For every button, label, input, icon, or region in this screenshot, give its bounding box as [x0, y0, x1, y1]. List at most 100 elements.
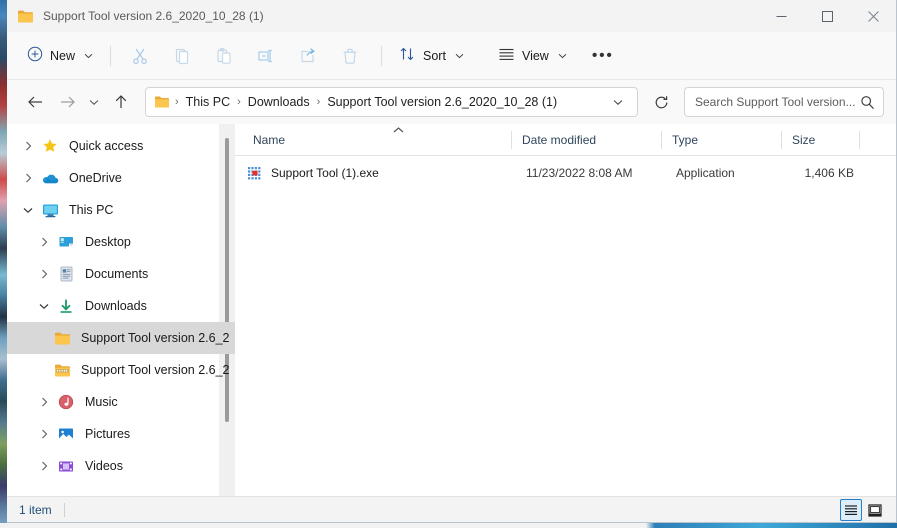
file-list-pane: Name Date modified Type Size Support Too… — [235, 124, 896, 496]
delete-icon[interactable] — [330, 40, 370, 72]
chevron-right-icon[interactable] — [33, 429, 55, 439]
desktop-background-left — [0, 0, 7, 528]
large-icons-view-toggle[interactable] — [864, 499, 886, 521]
address-bar-row: › This PC › Downloads › Support Tool ver… — [7, 80, 896, 124]
chevron-right-icon[interactable] — [33, 397, 55, 407]
sidebar-item-documents[interactable]: Documents — [7, 258, 235, 290]
chevron-down-icon — [455, 53, 464, 59]
sidebar-item-pictures[interactable]: Pictures — [7, 418, 235, 450]
close-button[interactable] — [850, 0, 896, 32]
search-input[interactable] — [695, 95, 860, 109]
sidebar-item-label: Desktop — [85, 235, 131, 249]
paste-icon[interactable] — [204, 40, 244, 72]
sidebar-item-videos[interactable]: Videos — [7, 450, 235, 482]
forward-button[interactable] — [51, 86, 83, 118]
sidebar-item-label: Quick access — [69, 139, 144, 153]
chevron-down-icon — [558, 53, 567, 59]
chevron-right-icon[interactable] — [33, 269, 55, 279]
search-icon[interactable] — [860, 95, 875, 110]
minimize-button[interactable] — [758, 0, 804, 32]
column-header-size[interactable]: Size — [782, 124, 860, 156]
file-name-cell: Support Tool (1).exe — [247, 165, 516, 181]
title-bar: Support Tool version 2.6_2020_10_28 (1) — [7, 0, 896, 32]
chevron-down-icon[interactable] — [17, 207, 39, 214]
sidebar-item-support-tool-zip[interactable]: Support Tool version 2.6_202 — [7, 354, 235, 386]
share-icon[interactable] — [288, 40, 328, 72]
status-bar: 1 item — [7, 496, 896, 522]
sidebar-item-label: Support Tool version 2.6_202 — [81, 363, 229, 377]
file-list[interactable]: Support Tool (1).exe 11/23/2022 8:08 AM … — [235, 156, 896, 496]
column-header-date-modified[interactable]: Date modified — [512, 124, 662, 156]
column-header-size-label: Size — [792, 132, 816, 147]
window-title: Support Tool version 2.6_2020_10_28 (1) — [43, 9, 264, 23]
pictures-icon — [55, 427, 77, 442]
more-options-button[interactable]: ••• — [583, 40, 623, 72]
sort-button-label: Sort — [423, 48, 446, 63]
rename-icon[interactable] — [246, 40, 286, 72]
sidebar-item-support-tool-folder[interactable]: Support Tool version 2.6_202 — [7, 322, 235, 354]
chevron-right-icon[interactable] — [17, 173, 39, 183]
sidebar-item-label: Support Tool version 2.6_202 — [81, 331, 229, 345]
details-view-toggle[interactable] — [840, 499, 862, 521]
status-divider — [63, 502, 65, 517]
file-type-cell: Application — [676, 166, 735, 180]
breadcrumb-item-downloads[interactable]: Downloads — [244, 93, 314, 111]
sidebar-item-label: OneDrive — [69, 171, 122, 185]
exe-application-icon — [247, 165, 263, 181]
new-button[interactable]: New — [19, 40, 101, 72]
zipped-folder-icon — [51, 363, 73, 378]
sidebar-item-onedrive[interactable]: OneDrive — [7, 162, 235, 194]
view-button[interactable]: View — [490, 40, 575, 72]
column-header-type[interactable]: Type — [662, 124, 782, 156]
file-size-cell: 1,406 KB — [804, 166, 854, 180]
file-date-modified-cell: 11/23/2022 8:08 AM — [526, 166, 633, 180]
breadcrumb-separator: › — [237, 96, 241, 108]
explorer-body: Quick access OneDrive This PC Desktop Do… — [7, 124, 896, 496]
back-button[interactable] — [19, 86, 51, 118]
search-box[interactable] — [684, 87, 884, 117]
file-name-label: Support Tool (1).exe — [271, 166, 379, 180]
up-button[interactable] — [105, 86, 137, 118]
recent-locations-button[interactable] — [83, 86, 105, 118]
breadcrumb-separator: › — [175, 96, 179, 108]
plus-circle-icon — [27, 46, 43, 65]
refresh-icon[interactable] — [646, 87, 676, 117]
copy-icon[interactable] — [162, 40, 202, 72]
window-controls — [758, 0, 896, 32]
chevron-right-icon[interactable] — [17, 141, 39, 151]
sort-arrows-icon — [399, 46, 416, 65]
sort-button[interactable]: Sort — [391, 40, 472, 72]
item-count-label: 1 item — [19, 502, 52, 517]
cloud-icon — [39, 172, 61, 185]
breadcrumb-item-this-pc[interactable]: This PC — [182, 93, 234, 111]
sidebar-item-desktop[interactable]: Desktop — [7, 226, 235, 258]
breadcrumb-separator: › — [316, 96, 321, 108]
chevron-down-icon[interactable] — [605, 99, 631, 106]
navigation-pane[interactable]: Quick access OneDrive This PC Desktop Do… — [7, 124, 235, 496]
sidebar-item-label: This PC — [69, 203, 114, 217]
folder-icon — [51, 331, 73, 346]
chevron-right-icon[interactable] — [33, 461, 55, 471]
maximize-button[interactable] — [804, 0, 850, 32]
breadcrumb[interactable]: › This PC › Downloads › Support Tool ver… — [145, 87, 638, 117]
toolbar-divider-2 — [381, 45, 383, 66]
chevron-right-icon[interactable] — [33, 237, 55, 247]
sidebar-item-label: Pictures — [85, 427, 131, 441]
sidebar-item-music[interactable]: Music — [7, 386, 235, 418]
sidebar-item-quick-access[interactable]: Quick access — [7, 130, 235, 162]
table-row[interactable]: Support Tool (1).exe 11/23/2022 8:08 AM … — [239, 160, 892, 186]
chevron-down-icon[interactable] — [33, 303, 55, 310]
sidebar-item-downloads[interactable]: Downloads — [7, 290, 235, 322]
sidebar-item-label: Downloads — [85, 299, 147, 313]
new-button-label: New — [50, 48, 76, 63]
videos-icon — [55, 460, 77, 473]
cut-icon[interactable] — [120, 40, 160, 72]
column-header-filler — [860, 124, 896, 156]
command-toolbar: New Sort View ••• — [7, 32, 896, 80]
column-header-name[interactable]: Name — [243, 124, 512, 156]
column-header-row: Name Date modified Type Size — [235, 124, 896, 156]
sidebar-item-label: Documents — [85, 267, 149, 281]
breadcrumb-item-current-folder[interactable]: Support Tool version 2.6_2020_10_28 (1) — [323, 93, 561, 111]
sidebar-item-this-pc[interactable]: This PC — [7, 194, 235, 226]
star-icon — [39, 138, 61, 154]
